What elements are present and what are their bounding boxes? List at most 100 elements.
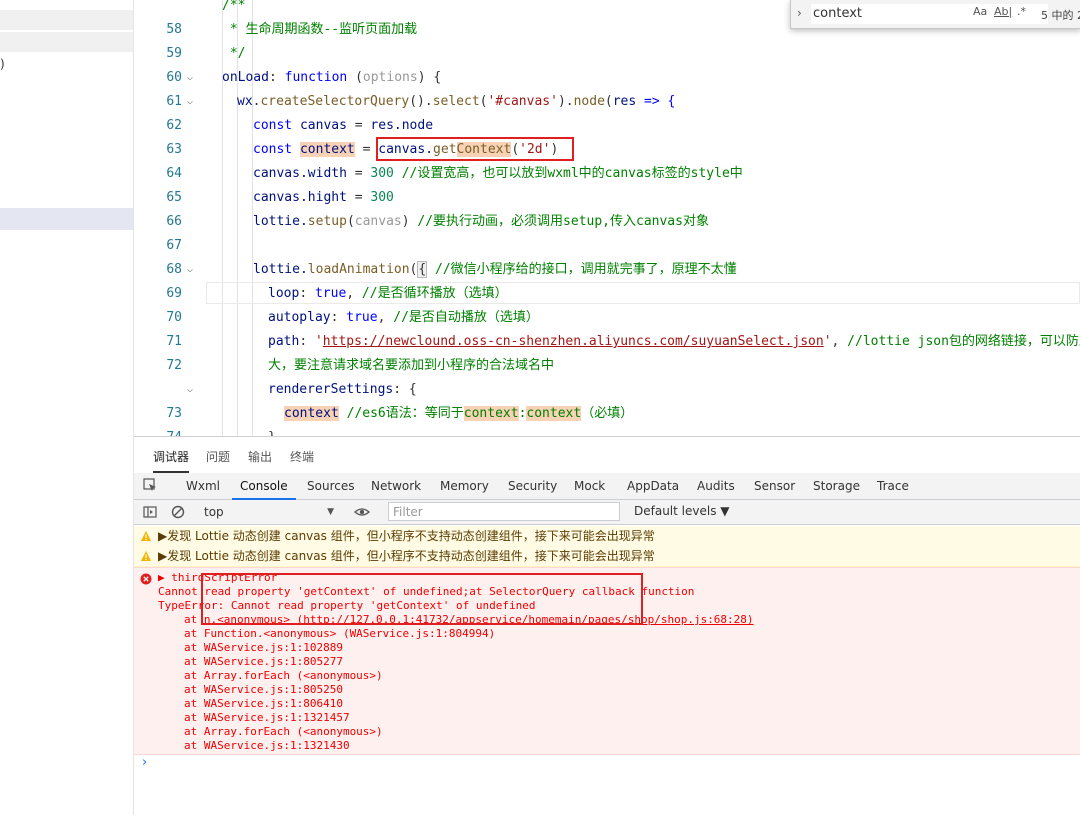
code-text: lottie.loadAnimation({ //微信小程序给的接口，调用就完事… [253,258,737,282]
console-prompt[interactable]: › [142,755,147,770]
token: loadAnimation [307,262,410,277]
stack-frame: at Array.forEach (<anonymous>) [184,725,383,738]
eye-icon[interactable] [354,504,370,520]
stack-frame: at WAService.js:1:1321457 [184,711,350,724]
stack-frame: at WAService.js:1:806410 [184,697,343,710]
fold-chevron-icon[interactable]: ⌵ [187,66,197,90]
code-line-66[interactable]: 66 canvas.hight = 300 [134,186,1080,229]
tab-console[interactable]: Console [232,479,296,500]
tab-audits[interactable]: Audits [697,479,735,493]
token: //是否自动播放（选填） [385,310,539,325]
inspect-element-icon[interactable] [143,478,157,492]
tab-wxml[interactable]: Wxml [186,479,220,493]
code-line-61[interactable]: 61 ⌵ onLoad: function (options) { [134,66,1080,109]
code-line-62[interactable]: 62 ⌵ wx.createSelectorQuery().select('#c… [134,90,1080,133]
whole-word-toggle[interactable]: Ab| [994,5,1012,18]
code-line-63[interactable]: 63 const canvas = res.node [134,114,1080,157]
tab-sources[interactable]: Sources [307,479,354,493]
tab-output[interactable]: 输出 [248,448,272,465]
code-line-64[interactable]: 64 const context = canvas.getContext('2d… [134,138,1080,181]
stack-frame: at Array.forEach (<anonymous>) [184,669,383,682]
tab-security[interactable]: Security [508,479,557,493]
toggle-replace-chevron-icon[interactable]: › [797,6,802,20]
code-line-73[interactable]: 73 ⌵ rendererSettings: { [134,378,1080,421]
url-link[interactable]: https://newclound.oss-cn-shenzhen.aliyun… [323,334,824,349]
fold-chevron-icon[interactable]: ⌵ [187,258,197,282]
fold-chevron-icon[interactable]: ⌵ [187,90,197,114]
devtools-tabs: Wxml Console Sources Network Memory Secu… [134,473,1080,500]
find-widget: › context Aa Ab| .* 5 中的 2 [790,0,1080,29]
fold-chevron-icon[interactable]: ⌵ [187,378,197,402]
token: = [346,118,371,133]
dropdown-arrow-icon: ▼ [327,507,334,517]
token: canvas [354,214,402,229]
token: loop [268,286,300,301]
token: onLoad [222,70,269,85]
token: canvas.width [253,166,347,181]
token: function [284,70,348,85]
token: options [362,70,418,85]
tab-network[interactable]: Network [371,479,421,493]
code-text: canvas.hight = 300 [253,186,394,210]
tab-storage[interactable]: Storage [813,479,860,493]
stack-frame: at WAService.js:1:1321430 [184,739,350,752]
code-line-72[interactable]: 72 path: 'https://newclound.oss-cn-shenz… [134,330,1080,373]
tab-debugger[interactable]: 调试器 [153,448,190,473]
token: : [299,286,315,301]
console-warning-row[interactable]: ▶发现 Lottie 动态创建 canvas 组件，但小程序不支持动态创建组件，… [134,546,1080,567]
find-input[interactable]: context [811,4,1048,24]
stack-frame: at WAService.js:1:102889 [184,641,343,654]
code-line-69[interactable]: 69 ⌵ lottie.loadAnimation({ //微信小程序给的接口，… [134,258,1080,301]
clear-console-icon[interactable] [170,504,186,520]
sidebar-row[interactable] [0,32,133,52]
token: //是否循环播放（选填） [354,286,508,301]
tab-appdata[interactable]: AppData [627,479,679,493]
code-line-65[interactable]: 65 canvas.width = 300 //设置宽高，也可以放到wxml中的… [134,162,1080,205]
token: { [408,382,417,397]
code-line-70[interactable]: 70 loop: true, //是否循环播放（选填） [134,282,1080,325]
match-case-toggle[interactable]: Aa [973,5,987,18]
token: ' [823,334,832,349]
token: autoplay [268,310,331,325]
code-line-67[interactable]: 67 lottie.setup(canvas) //要执行动画，必须调用setu… [134,210,1080,253]
filter-input[interactable]: Filter [388,502,620,521]
code-editor[interactable]: 58 /** 59 * 生命周期函数--监听页面加载 60 */ 61 ⌵ on… [134,0,1080,436]
tab-problems[interactable]: 问题 [206,448,230,465]
token: : [268,70,285,85]
tab-terminal[interactable]: 终端 [290,448,314,465]
code-line-68[interactable]: 68 [134,234,1080,277]
token: ( [347,70,363,85]
code-line-72-wrap[interactable]: 大，要注意请求域名要添加到小程序的合法域名中 [134,354,1080,378]
tab-memory[interactable]: Memory [440,479,489,493]
code-comment: 大，要注意请求域名要添加到小程序的合法域名中 [268,358,555,373]
code-text: rendererSettings: { [268,378,417,402]
tab-mock[interactable]: Mock [574,479,605,493]
context-selector[interactable]: top ▼ [204,503,334,521]
code-comment: * 生命周期函数--监听页面加载 [222,22,418,37]
code-line-60[interactable]: 60 */ [134,42,1080,85]
token: = [346,190,371,205]
sidebar-row[interactable] [0,10,133,30]
token: ). [557,94,574,109]
annotation-box [376,137,574,161]
regex-toggle[interactable]: .* [1017,5,1026,18]
token: ( [346,214,355,229]
sidebar-row-selected[interactable] [0,208,133,230]
tab-sensor[interactable]: Sensor [754,479,795,493]
warning-icon [141,531,151,541]
log-levels-dropdown[interactable]: Default levels ▼ [634,504,730,518]
tab-trace[interactable]: Trace [877,479,909,493]
code-line-71[interactable]: 71 autoplay: true, //是否自动播放（选填） [134,306,1080,349]
token: createSelectorQuery [260,94,410,109]
token: select [432,94,480,109]
console-warning-row[interactable]: ▶发现 Lottie 动态创建 canvas 组件，但小程序不支持动态创建组件，… [134,526,1080,547]
token: node [573,94,605,109]
warning-message: ▶发现 Lottie 动态创建 canvas 组件，但小程序不支持动态创建组件，… [158,529,655,543]
code-line-75[interactable]: 75 } [134,426,1080,436]
sidebar-toggle-icon[interactable] [142,504,158,520]
token: '#canvas' [487,94,558,109]
token: 300 [370,166,394,181]
code-line-74[interactable]: 74 context //es6语法：等同于context:context（必填… [134,402,1080,436]
token: //微信小程序给的接口，调用就完事了，原理不太懂 [427,262,737,277]
error-icon [140,573,152,585]
